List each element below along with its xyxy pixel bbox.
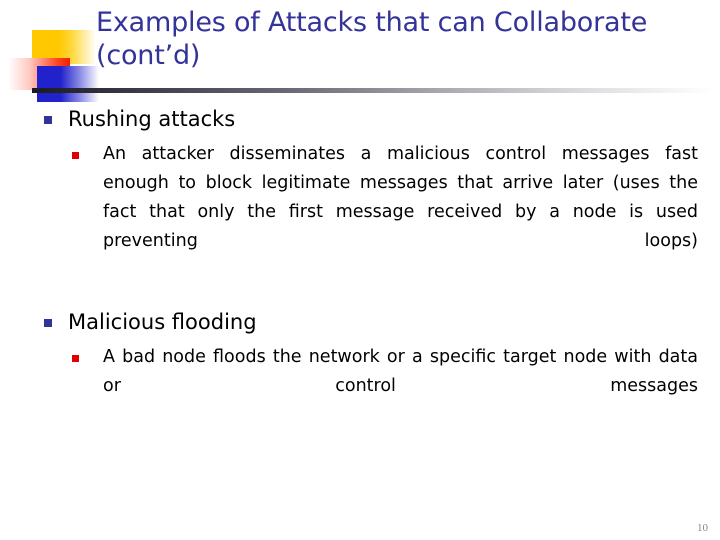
square-bullet-icon (44, 116, 52, 124)
bullet-level2-rushing-attacks-detail: An attacker disseminates a malicious con… (0, 140, 720, 285)
bullet-level1-malicious-flooding: Malicious flooding (0, 307, 720, 337)
bullet-level2-text: An attacker disseminates a malicious con… (103, 144, 698, 251)
deco-yellow-block (32, 30, 96, 64)
bullet-level1-label: Malicious flooding (68, 310, 257, 334)
deco-red-block (8, 58, 70, 90)
square-bullet-icon (72, 355, 79, 362)
bullet-level1-label: Rushing attacks (68, 107, 236, 131)
bullet-level1-rushing-attacks: Rushing attacks (0, 104, 720, 134)
square-bullet-icon (72, 152, 79, 159)
deco-blue-block (37, 66, 99, 102)
square-bullet-icon (44, 319, 52, 327)
slide-body: Rushing attacks An attacker disseminates… (0, 104, 720, 430)
bullet-level2-malicious-flooding-detail: A bad node floods the network or a speci… (0, 343, 720, 430)
page-number: 10 (697, 522, 708, 534)
slide-title: Examples of Attacks that can Collaborate… (96, 7, 648, 71)
bullet-level2-text: A bad node floods the network or a speci… (103, 347, 698, 396)
slide-canvas: Examples of Attacks that can Collaborate… (0, 0, 720, 540)
title-divider-rule (32, 88, 712, 93)
